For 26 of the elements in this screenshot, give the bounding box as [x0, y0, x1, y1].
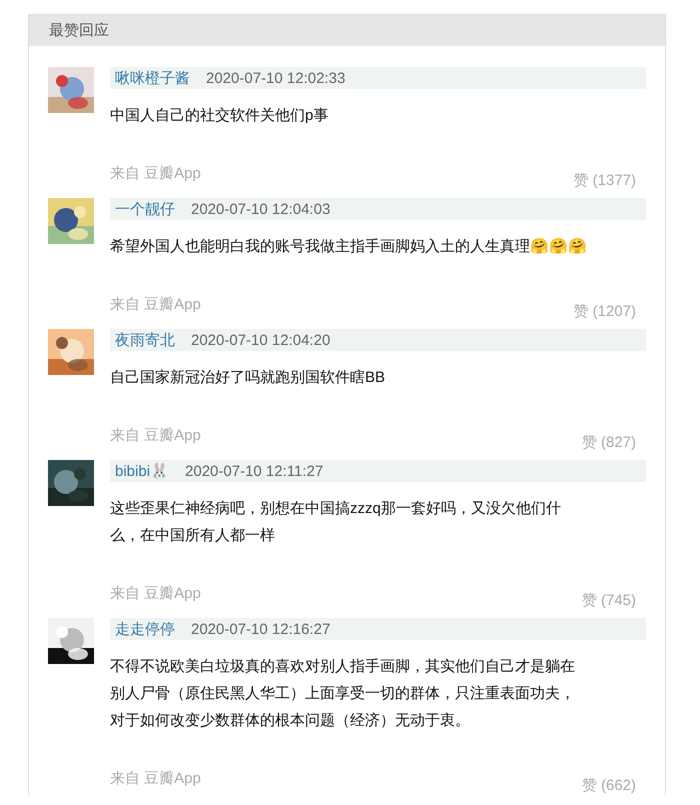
author-link[interactable]: 走走停停	[115, 620, 175, 638]
timestamp: 2020-07-10 12:02:33	[206, 70, 346, 86]
timestamp: 2020-07-10 12:16:27	[191, 620, 330, 638]
like-link[interactable]: 赞 (745)	[582, 591, 636, 611]
author-link[interactable]: 啾咪橙子酱	[115, 68, 190, 88]
source-label: 来自 豆瓣App	[110, 295, 201, 315]
like-link[interactable]: 赞 (1377)	[573, 171, 636, 191]
author-link[interactable]: 一个靓仔	[115, 200, 175, 218]
like-link[interactable]: 赞 (1207)	[573, 302, 636, 322]
like-link[interactable]: 赞 (662)	[582, 776, 636, 795]
timestamp: 2020-07-10 12:04:20	[191, 332, 330, 348]
timestamp: 2020-07-10 12:11:27	[185, 462, 324, 480]
comment-text: 希望外国人也能明白我的账号我做主指手画脚妈入土的人生真理🤗🤗🤗	[110, 237, 588, 257]
comment-text: 中国人自己的社交软件关他们p事	[110, 106, 330, 126]
author-link[interactable]: bibibi🐰	[115, 462, 170, 480]
source-label: 来自 豆瓣App	[110, 584, 201, 604]
comment-text: 不得不说欧美白垃圾真的喜欢对别人指手画脚，其实他们自己才是躺在 别人尸骨（原住民黑人华工）上面享受一切的群体，只注重表面功夫， 对于如何改变少数群体的根本问题（经济）无动于衷。	[110, 657, 576, 731]
source-label: 来自 豆瓣App	[110, 769, 201, 789]
section-title: 最赞回应	[49, 21, 109, 40]
timestamp: 2020-07-10 12:04:03	[191, 200, 330, 218]
source-label: 来自 豆瓣App	[110, 164, 201, 184]
comment-text: 这些歪果仁神经病吧，别想在中国搞zzzq那一套好吗，又没欠他们什 么，在中国所有人都一样	[110, 499, 562, 546]
author-link[interactable]: 夜雨寄北	[115, 330, 175, 350]
comment-text: 自己国家新冠治好了吗就跑别国软件瞎BB	[110, 368, 386, 388]
like-link[interactable]: 赞 (827)	[582, 433, 636, 453]
source-label: 来自 豆瓣App	[110, 426, 201, 446]
